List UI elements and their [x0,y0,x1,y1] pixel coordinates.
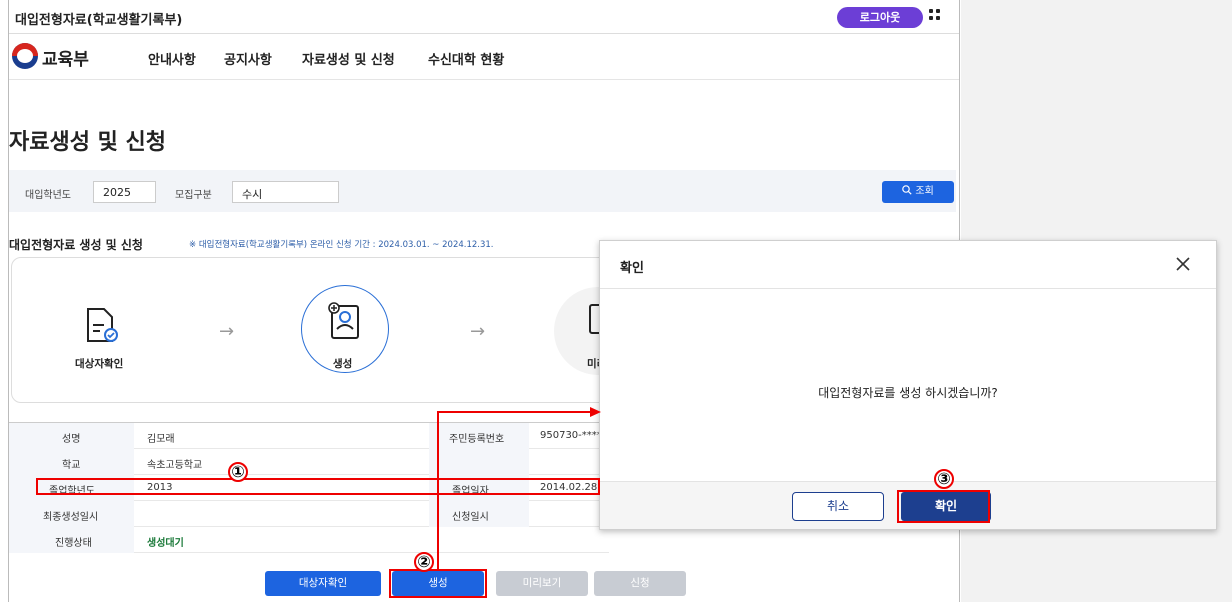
name-label: 성명 [62,434,81,445]
dialog-message: 대입전형자료를 생성 하시겠습니까? [818,386,998,400]
dialog-header: 확인 [600,241,1216,289]
table-row: 진행상태 생성대기 [9,527,609,553]
table-row: 성명 김모래 주민등록번호 950730-***** [9,423,609,449]
app-title: 대입전형자료(학교생활기록부) [15,13,183,28]
annotation-arrow-icon [590,407,601,417]
nav-item-data-generation[interactable]: 자료생성 및 신청 [302,49,395,68]
status-value: 생성대기 [147,538,184,549]
search-button[interactable]: 조회 [882,181,954,203]
app-menu-icon[interactable] [929,9,941,21]
id-number-value: 950730-***** [540,430,607,441]
logo-text[interactable]: 교육부 [42,45,89,70]
highlight-generate-button [389,569,487,598]
search-button-label: 조회 [915,186,934,197]
year-field[interactable]: 2025 [93,181,156,203]
table-row: 학교 속초고등학교 [9,449,609,475]
document-check-icon [87,308,118,342]
logout-button[interactable]: 로그아웃 [837,7,923,28]
top-bar: 대입전형자료(학교생활기록부) 로그아웃 [9,0,959,34]
search-icon [902,185,912,195]
section-title: 대입전형자료 생성 및 신청 [9,238,143,252]
marker-2: ② [414,552,434,572]
annotation-line [437,411,597,413]
step-arrow-icon: → [470,321,486,342]
school-label: 학교 [62,460,81,471]
recruit-type-label: 모집구분 [175,190,212,201]
cancel-button[interactable]: 취소 [792,492,884,521]
main-nav: 교육부 안내사항 공지사항 자료생성 및 신청 수신대학 현황 [9,34,959,80]
close-icon[interactable] [1175,256,1191,272]
name-value: 김모래 [147,434,175,445]
apply-button[interactable]: 신청 [594,571,686,596]
highlight-grad-row [36,478,600,495]
step-arrow-icon: → [219,321,235,342]
id-number-label: 주민등록번호 [449,434,505,445]
check-target-button[interactable]: 대상자확인 [265,571,381,596]
highlight-confirm-button [897,490,990,523]
annotation-line [437,411,439,569]
step-generate-label: 생성 [333,358,353,370]
school-value: 속초고등학교 [147,460,203,471]
screen: 대입전형자료(학교생활기록부) 로그아웃 교육부 안내사항 공지사항 자료생성 … [0,0,1232,602]
status-label: 진행상태 [55,538,92,549]
nav-item-guide[interactable]: 안내사항 [148,49,196,68]
page-title: 자료생성 및 신청 [9,130,166,155]
nav-item-receiving-universities[interactable]: 수신대학 현황 [428,49,504,68]
confirm-dialog: 확인 대입전형자료를 생성 하시겠습니까? 취소 확인 [599,240,1217,530]
apply-date-label: 신청일시 [452,512,489,523]
last-generated-label: 최종생성일시 [43,512,99,523]
marker-3: ③ [934,469,954,489]
table-row: 최종생성일시 신청일시 [9,501,609,527]
nav-item-notice[interactable]: 공지사항 [224,49,272,68]
preview-button[interactable]: 미리보기 [496,571,588,596]
marker-1: ① [228,462,248,482]
recruit-type-select[interactable]: 수시 [232,181,339,203]
dialog-title: 확인 [620,261,644,276]
ministry-logo-icon[interactable] [12,43,38,69]
document-user-icon [328,302,359,339]
step-check-label: 대상자확인 [75,358,124,370]
year-label: 대입학년도 [25,190,71,201]
section-note: ※ 대입전형자료(학교생활기록부) 온라인 신청 기간 : 2024.03.01… [189,240,494,250]
